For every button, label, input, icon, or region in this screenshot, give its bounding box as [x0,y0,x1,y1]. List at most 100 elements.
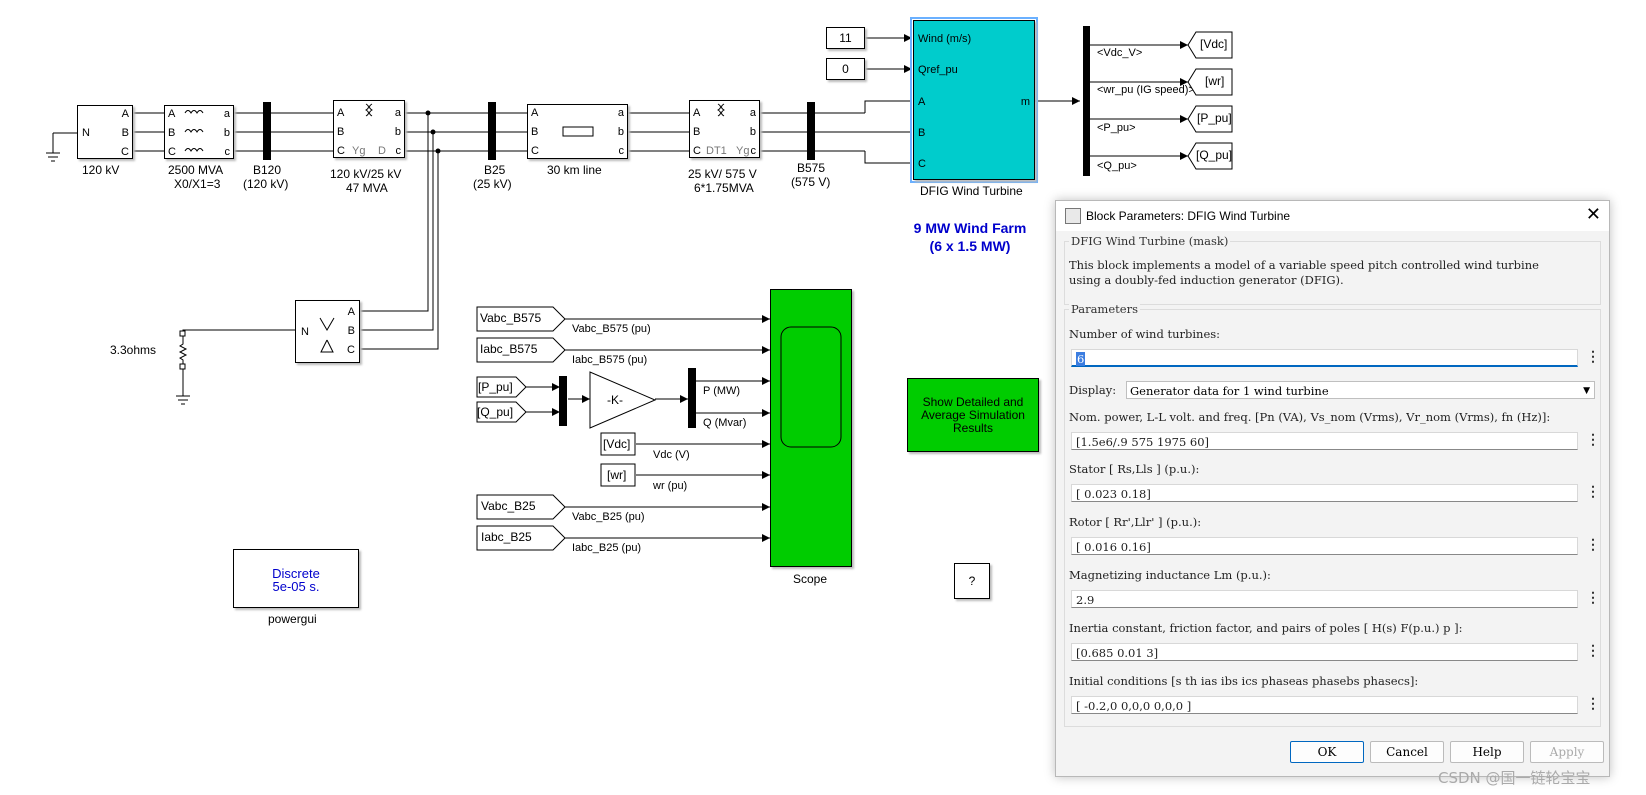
signal-iabc-b25: Iabc_B25 (pu) [572,542,642,554]
bus-b120-label: B120 [253,163,282,177]
dialog-titlebar[interactable]: Block Parameters: DFIG Wind Turbine ✕ [1056,201,1609,231]
powergui-block[interactable]: Discrete 5e-05 s. [233,549,359,608]
from-p-pu[interactable]: [P_pu] [478,380,513,394]
scope-screen [780,326,842,448]
watermark: CSDN @国一链轮宝宝 [1438,769,1591,787]
transformer-1-label-2: 47 MVA [346,181,388,195]
wind-port-label: Wind (m/s) [918,33,972,45]
dfig-wind-turbine-block[interactable]: Wind (m/s) Qref_pu A B C m [913,20,1035,180]
num-turbines-label: Number of wind turbines: [1069,327,1221,341]
display-label: Display: [1069,383,1117,397]
signal-vabc-b575: Vabc_B575 (pu) [572,323,651,335]
parameters-group-label: Parameters [1069,302,1140,316]
lm-label: Magnetizing inductance Lm (p.u.): [1069,568,1271,582]
bus-b575-label: B575 [797,161,826,175]
dialog-title: Block Parameters: DFIG Wind Turbine [1086,209,1291,223]
bus-b120-bar[interactable] [263,102,271,160]
impedance-label-2: X0/X1=3 [174,177,221,191]
qref-constant[interactable]: 0 [826,58,865,80]
port-a-label: A [121,108,129,120]
signal-vdc: Vdc (V) [653,449,690,461]
transformer-120-25-block[interactable]: ABC abc Yg D [333,100,405,158]
grounding-transformer-block[interactable]: N ABC [295,300,360,363]
apply-button[interactable]: Apply [1530,741,1604,763]
powergui-label: powergui [268,612,317,626]
nom-input[interactable]: [1.5e6/.9 575 1975 60] [1071,432,1578,450]
chevron-down-icon: ▼ [1583,386,1590,396]
farm-title-1: 9 MW Wind Farm [913,220,1027,236]
wind-speed-constant[interactable]: 11 [826,27,865,49]
goto-vdc[interactable]: [Vdc] [1200,37,1227,51]
num-turbines-input[interactable]: 6 [1071,349,1578,367]
inertia-input[interactable]: [0.685 0.01 3] [1071,643,1578,661]
turbine-port-b: B [918,127,926,139]
bus-b120-voltage: (120 kV) [243,177,289,191]
transformer-2-label-2: 6*1.75MVA [694,181,754,195]
show-results-button[interactable]: Show Detailed and Average Simulation Res… [907,378,1039,452]
help-button[interactable]: Help [1450,741,1524,763]
rotor-input[interactable]: [ 0.016 0.16] [1071,537,1578,555]
stator-menu-icon[interactable]: ⋮ [1586,484,1600,500]
bus-b25-label: B25 [484,163,506,177]
block-parameters-dialog[interactable]: Block Parameters: DFIG Wind Turbine ✕ DF… [1055,200,1610,777]
from-iabc-b25[interactable]: Iabc_B25 [481,530,532,544]
turbine-port-c: C [918,158,926,170]
transformer-25-575-block[interactable]: ABC abc DT1 Yg [689,100,760,158]
display-value: Generator data for 1 wind turbine [1130,384,1329,398]
resistor-icon [178,340,188,366]
signal-wr: wr (pu) [653,480,688,492]
from-wr[interactable]: [wr] [607,468,626,482]
init-menu-icon[interactable]: ⋮ [1586,696,1600,712]
signal-p-mw: P (MW) [703,385,741,397]
impedance-label-1: 2500 MVA [168,163,224,177]
display-dropdown[interactable]: Generator data for 1 wind turbine ▼ [1126,381,1595,399]
demux-pq-bar[interactable] [688,368,696,428]
from-vabc-b575[interactable]: Vabc_B575 [480,311,541,325]
from-q-pu[interactable]: [Q_pu] [477,405,513,419]
bus-b575-voltage: (575 V) [791,175,831,189]
bus-out-p: <P_pu> [1097,122,1136,134]
init-label: Initial conditions [s th ias ibs ics pha… [1069,674,1419,688]
bus-b25-bar[interactable] [488,102,496,160]
dfig-label: DFIG Wind Turbine [920,184,1023,198]
lm-input[interactable]: 2.9 [1071,590,1578,608]
num-turbines-value: 6 [1076,352,1086,366]
from-vabc-b25[interactable]: Vabc_B25 [481,499,536,513]
farm-title-2: (6 x 1.5 MW) [929,238,1011,254]
stator-input[interactable]: [ 0.023 0.18] [1071,484,1578,502]
transformer-1-label-1: 120 kV/25 kV [330,167,402,181]
bus-b575-bar[interactable] [807,102,815,160]
source-label: 120 kV [82,163,120,177]
close-icon[interactable]: ✕ [1586,204,1601,225]
scope-label: Scope [793,572,828,586]
goto-wr[interactable]: [wr] [1205,74,1224,88]
turbine-port-m: m [1020,96,1030,108]
three-phase-impedance-block[interactable]: ABC abc [164,105,234,159]
ok-button[interactable]: OK [1290,741,1364,763]
bus-out-q: <Q_pu> [1097,160,1137,172]
bus-out-wr: <wr_pu (IG speed)> [1097,84,1195,96]
rotor-menu-icon[interactable]: ⋮ [1586,537,1600,553]
from-iabc-b575[interactable]: Iabc_B575 [480,342,537,356]
port-b-label: B [121,127,129,139]
init-input[interactable]: [ -0.2,0 0,0,0 0,0,0 ] [1071,696,1578,714]
inertia-label: Inertia constant, friction factor, and p… [1069,621,1463,635]
nom-menu-icon[interactable]: ⋮ [1586,432,1600,448]
bus-b25-voltage: (25 kV) [473,177,512,191]
qref-port-label: Qref_pu [918,64,958,76]
three-phase-source-block[interactable]: N A B C [77,105,133,159]
demux-bar[interactable] [1083,26,1090,176]
line-label: 30 km line [547,163,602,177]
goto-p[interactable]: [P_pu] [1197,111,1232,125]
inertia-menu-icon[interactable]: ⋮ [1586,643,1600,659]
from-vdc[interactable]: [Vdc] [603,437,630,451]
num-turbines-menu-icon[interactable]: ⋮ [1586,349,1600,365]
help-question-block[interactable]: ? [954,563,990,599]
lm-menu-icon[interactable]: ⋮ [1586,590,1600,606]
goto-q[interactable]: [Q_pu] [1196,148,1232,162]
line-30km-block[interactable]: ABC abc [527,104,628,159]
rotor-label: Rotor [ Rr',Llr' ] (p.u.): [1069,515,1202,529]
transformer-2-label-1: 25 kV/ 575 V [688,167,757,181]
cancel-button[interactable]: Cancel [1370,741,1444,763]
signal-q-mvar: Q (Mvar) [703,417,747,429]
